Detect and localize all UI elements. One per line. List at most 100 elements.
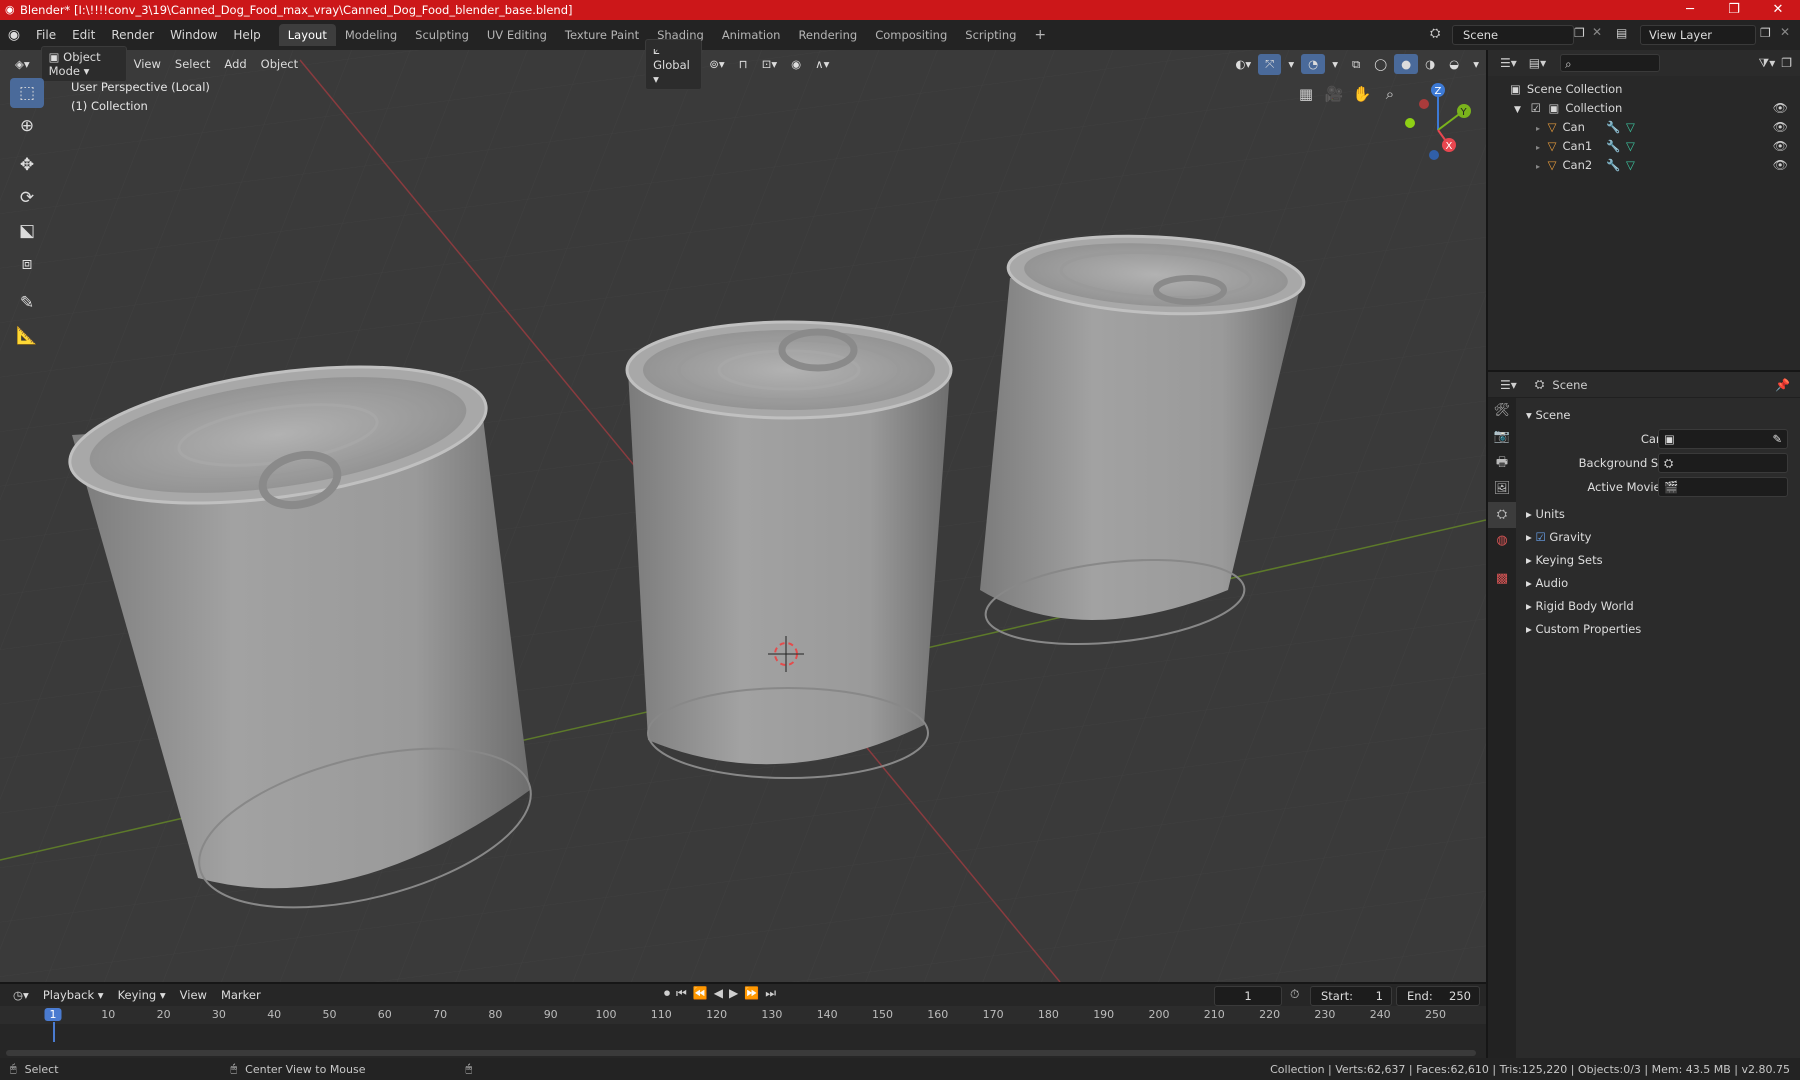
new-collection-icon[interactable]: ❐	[1781, 56, 1792, 70]
play-icon[interactable]: ▶	[729, 986, 738, 1001]
new-scene-icon[interactable]: ❐	[1574, 26, 1585, 40]
timeline-ruler[interactable]: 1 10 20 30 40 50 60 70 80 90 100 110 120 130 140 150 160…	[0, 1006, 1486, 1024]
modifier-wrench-icon[interactable]: 🔧	[1606, 137, 1620, 156]
scene-selector-icon[interactable]: ⛭	[1430, 26, 1440, 41]
tab-uv-editing[interactable]: UV Editing	[478, 24, 556, 46]
camera-field[interactable]: ▣ ✎	[1658, 429, 1788, 449]
proportional-edit-icon[interactable]: ◉	[784, 54, 808, 74]
render-props-icon[interactable]: 📷	[1488, 424, 1516, 450]
display-mode-icon[interactable]: ▤▾	[1529, 56, 1546, 70]
visibility-icon[interactable]: ◐▾	[1228, 54, 1258, 74]
camera-view-icon[interactable]: 🎥	[1320, 80, 1348, 108]
outliner-editor-icon[interactable]: ☰▾	[1500, 56, 1517, 70]
pan-hand-icon[interactable]: ✋	[1348, 80, 1376, 108]
mesh-data-icon[interactable]: ▽	[1626, 118, 1635, 137]
minimize-icon[interactable]: ─	[1668, 0, 1712, 20]
mode-dropdown[interactable]: ▣ Object Mode ▾	[40, 46, 127, 82]
menu-edit[interactable]: Edit	[64, 28, 103, 42]
menu-help[interactable]: Help	[225, 28, 268, 42]
modifier-wrench-icon[interactable]: 🔧	[1606, 156, 1620, 175]
maximize-icon[interactable]: ❐	[1712, 0, 1756, 20]
overlay-dropdown-icon[interactable]: ▾	[1325, 54, 1345, 74]
background-scene-field[interactable]: ⛭	[1658, 453, 1788, 473]
eye-icon[interactable]: 👁	[1773, 137, 1788, 156]
tree-object-can2[interactable]: ▸ ▽ Can2 🔧 ▽ 👁	[1488, 156, 1800, 175]
delete-scene-icon[interactable]: ✕	[1592, 25, 1602, 39]
shading-rendered-icon[interactable]: ◒	[1442, 54, 1466, 74]
custom-properties-panel[interactable]: ▸ Custom Properties	[1526, 622, 1641, 636]
view-layer-field[interactable]: View Layer	[1640, 25, 1756, 45]
menu-file[interactable]: File	[28, 28, 64, 42]
eyedropper-icon[interactable]: ✎	[1772, 430, 1782, 448]
outliner-search-input[interactable]: ⌕	[1560, 54, 1661, 72]
expand-chevron-icon[interactable]: ▼	[1514, 105, 1521, 115]
tab-texture-paint[interactable]: Texture Paint	[556, 24, 648, 46]
editor-type-icon[interactable]: ◈▾	[8, 54, 37, 74]
eye-icon[interactable]: 👁	[1773, 99, 1788, 118]
menu-select[interactable]: Select	[168, 54, 217, 74]
menu-view[interactable]: View	[127, 54, 168, 74]
tab-animation[interactable]: Animation	[713, 24, 790, 46]
tree-object-can1[interactable]: ▸ ▽ Can1 🔧 ▽ 👁	[1488, 137, 1800, 156]
annotate-icon[interactable]: ✎	[10, 288, 44, 318]
rigid-body-world-panel[interactable]: ▸ Rigid Body World	[1526, 599, 1634, 613]
view-layer-icon[interactable]: ▤	[1616, 26, 1627, 40]
expand-chevron-icon[interactable]: ▸	[1536, 143, 1540, 152]
end-frame-field[interactable]: End: 250	[1396, 986, 1480, 1006]
scene-tab-icon[interactable]: ⛭	[1488, 502, 1516, 528]
output-props-icon[interactable]: 🖶	[1488, 450, 1516, 476]
preview-range-icon[interactable]: ⏱	[1290, 987, 1299, 1002]
gizmo-dropdown-icon[interactable]: ▾	[1281, 54, 1301, 74]
close-icon[interactable]: ✕	[1756, 0, 1800, 20]
filter-icon[interactable]: ⧩▾	[1759, 56, 1776, 71]
record-icon[interactable]: ⏺	[664, 986, 670, 1001]
can-mesh-middle[interactable]	[625, 320, 953, 779]
active-movie-clip-field[interactable]: 🎬	[1658, 477, 1788, 497]
menu-object[interactable]: Object	[254, 54, 305, 74]
start-frame-field[interactable]: Start: 1	[1310, 986, 1392, 1006]
menu-add[interactable]: Add	[217, 54, 253, 74]
tab-layout[interactable]: Layout	[278, 24, 336, 46]
snap-icon[interactable]: ⊓	[732, 54, 755, 74]
tab-scripting[interactable]: Scripting	[956, 24, 1025, 46]
properties-editor-icon[interactable]: ☰▾	[1500, 378, 1517, 392]
snap-target-icon[interactable]: ⊡▾	[755, 54, 784, 74]
units-panel[interactable]: ▸ Units	[1526, 507, 1565, 521]
play-reverse-icon[interactable]: ◀	[714, 986, 723, 1001]
menu-keying[interactable]: Keying ▾	[111, 985, 173, 1005]
expand-chevron-icon[interactable]: ▸	[1536, 124, 1540, 133]
tree-object-can[interactable]: ▸ ▽ Can 🔧 ▽ 👁	[1488, 118, 1800, 137]
keying-sets-panel[interactable]: ▸ Keying Sets	[1526, 553, 1603, 567]
gravity-checkbox[interactable]: ☑	[1535, 530, 1545, 544]
view-layer-props-icon[interactable]: 🖼	[1488, 476, 1516, 502]
world-props-icon[interactable]: ◍	[1488, 528, 1516, 554]
tab-rendering[interactable]: Rendering	[789, 24, 866, 46]
tab-compositing[interactable]: Compositing	[866, 24, 956, 46]
select-box-icon[interactable]: ⬚	[10, 78, 44, 108]
move-icon[interactable]: ✥	[10, 150, 44, 180]
next-keyframe-icon[interactable]: ⏩	[744, 986, 759, 1001]
pin-icon[interactable]: 📌	[1775, 378, 1790, 392]
rotate-icon[interactable]: ⟳	[10, 183, 44, 213]
jump-end-icon[interactable]: ⏭	[765, 986, 776, 1001]
shading-material-icon[interactable]: ◑	[1418, 54, 1442, 74]
tab-modeling[interactable]: Modeling	[336, 24, 406, 46]
menu-playback[interactable]: Playback ▾	[36, 985, 111, 1005]
add-workspace-icon[interactable]: +	[1025, 24, 1055, 46]
collection-checkbox[interactable]: ☑	[1531, 101, 1541, 115]
texture-props-icon[interactable]: ▩	[1488, 566, 1516, 592]
gravity-panel[interactable]: ▸ ☑ Gravity	[1526, 530, 1591, 544]
pivot-icon[interactable]: ⊚▾	[702, 54, 731, 74]
menu-timeline-view[interactable]: View	[173, 985, 214, 1005]
transform-icon[interactable]: ⧈	[10, 249, 44, 279]
measure-icon[interactable]: 📐	[10, 321, 44, 351]
gizmo-toggle-icon[interactable]: ⤧	[1258, 53, 1282, 75]
prev-keyframe-icon[interactable]: ⏪	[693, 986, 708, 1001]
menu-window[interactable]: Window	[162, 28, 225, 42]
jump-start-icon[interactable]: ⏮	[676, 986, 687, 1001]
toggle-ortho-icon[interactable]: ▦	[1292, 80, 1320, 108]
xray-icon[interactable]: ⧉	[1345, 54, 1367, 75]
cursor-icon[interactable]: ⊕	[10, 111, 44, 141]
viewport-3d[interactable]: Z Y X	[0, 50, 1486, 982]
audio-panel[interactable]: ▸ Audio	[1526, 576, 1568, 590]
